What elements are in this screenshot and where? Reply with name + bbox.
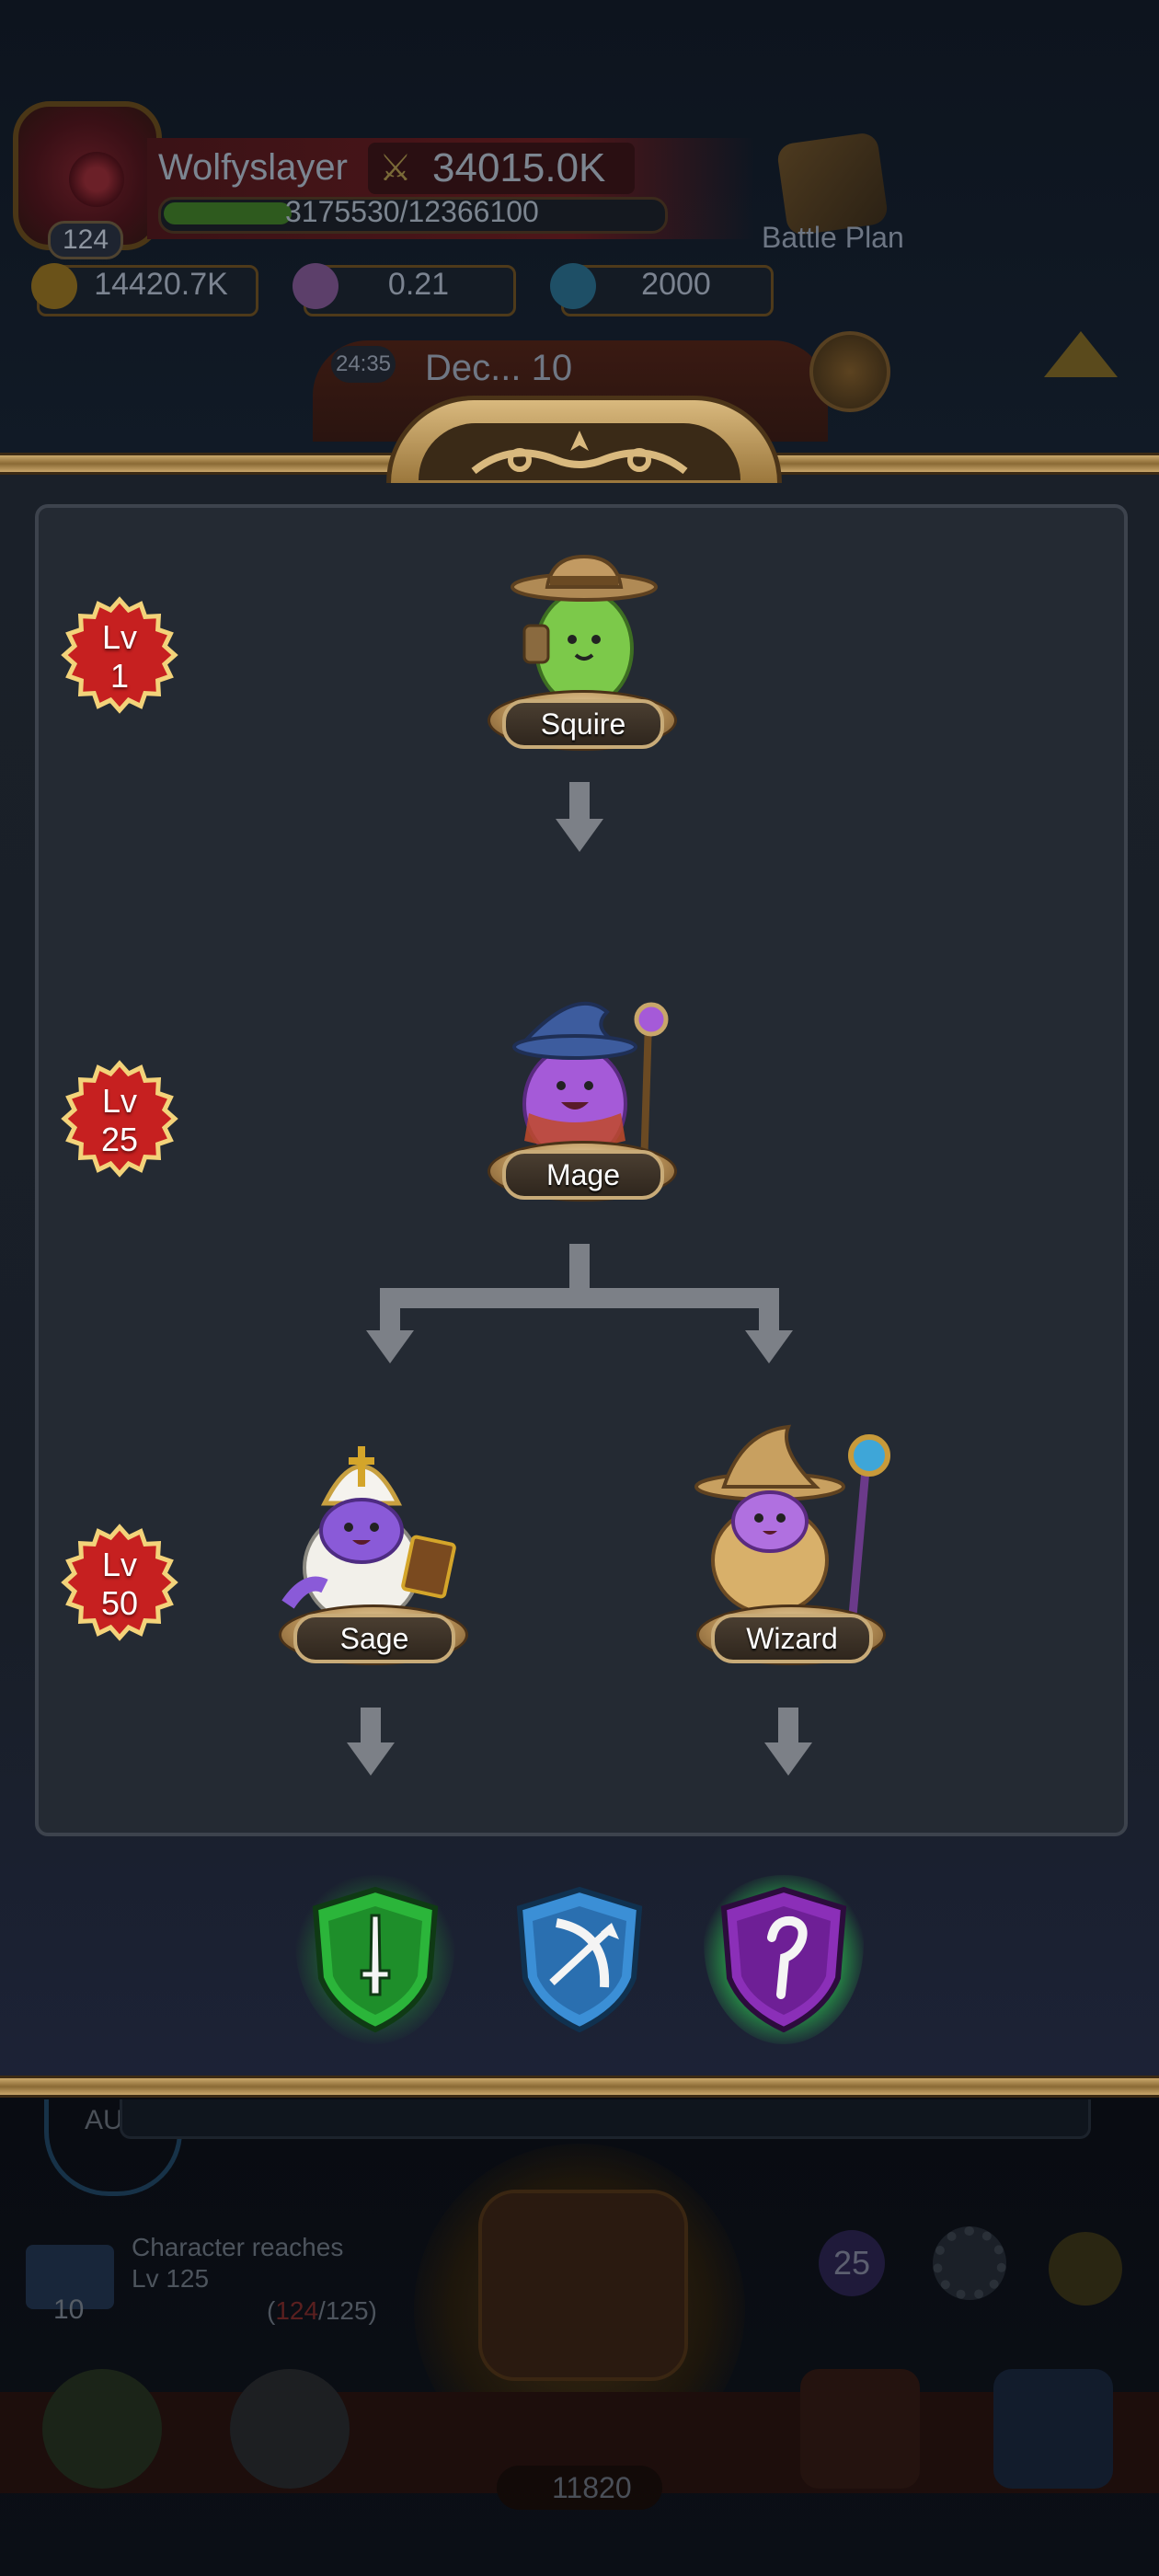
sage-slime-icon xyxy=(281,1446,456,1625)
arrow-stem xyxy=(569,782,590,821)
class-node-squire[interactable]: Squire xyxy=(469,552,690,754)
class-name-plate: Squire xyxy=(502,699,664,749)
blue-gem-value: 2000 xyxy=(641,267,711,302)
combat-power-value: 34015.0K xyxy=(432,145,606,190)
gem-star-value: 0.21 xyxy=(387,267,450,302)
quest-progress: (124/125) xyxy=(267,2296,377,2326)
treasure-chest-icon[interactable] xyxy=(478,2190,688,2381)
level-badge-25: Lv 25 xyxy=(61,1060,178,1178)
branch-bar xyxy=(380,1288,779,1308)
player-level-badge: 124 xyxy=(48,221,123,259)
arrow-stem xyxy=(361,1708,381,1744)
class-node-wizard[interactable]: Wizard xyxy=(678,1424,899,1669)
staff-shield-icon xyxy=(720,1886,847,2033)
nav-battle-icon[interactable] xyxy=(230,2369,350,2489)
crest-inner xyxy=(419,423,740,480)
nav-guild-icon[interactable] xyxy=(993,2369,1113,2489)
level-prefix: Lv xyxy=(101,1082,138,1120)
upgrade-arrow-icon[interactable] xyxy=(1044,331,1118,377)
wizard-slime-icon xyxy=(694,1424,890,1616)
level-number: 25 xyxy=(100,1121,139,1158)
level-number: 1 xyxy=(109,657,130,695)
class-node-mage[interactable]: Mage xyxy=(469,1001,690,1205)
class-node-sage[interactable]: Sage xyxy=(260,1446,481,1669)
event-banner-text: Dec... 10 xyxy=(425,348,573,388)
quest-count: 10 xyxy=(53,2294,85,2325)
arrow-down-icon xyxy=(347,1742,395,1776)
class-icon-archer[interactable] xyxy=(511,1886,648,2033)
crossed-swords-icon: ⚔ xyxy=(379,148,412,189)
quest-progress-current: 124 xyxy=(275,2296,319,2325)
branch-right-stem xyxy=(759,1288,779,1334)
round-badge[interactable]: 25 xyxy=(819,2230,885,2296)
blue-gem-icon xyxy=(550,263,596,309)
level-prefix: Lv xyxy=(101,1546,138,1583)
event-coin-icon[interactable] xyxy=(809,331,890,412)
class-icon-warrior[interactable] xyxy=(295,1875,455,2044)
event-timer: 24:35 xyxy=(331,346,396,383)
sword-shield-icon xyxy=(312,1886,439,2033)
quest-progress-total: /125) xyxy=(318,2296,377,2325)
nav-knight-icon[interactable] xyxy=(42,2369,162,2489)
chest-count: 11820 xyxy=(552,2471,632,2504)
quest-progress-open: ( xyxy=(267,2296,276,2325)
class-icon-mage[interactable] xyxy=(704,1875,864,2044)
class-name-plate: Sage xyxy=(293,1614,455,1663)
class-name-plate: Wizard xyxy=(711,1614,873,1663)
avatar-eye-icon xyxy=(69,152,124,207)
xp-text: 3175530/12366100 xyxy=(285,195,539,228)
skill-bar xyxy=(120,2099,1091,2139)
arrow-down-icon xyxy=(745,1330,793,1363)
gold-value: 14420.7K xyxy=(94,267,228,302)
bow-shield-icon xyxy=(516,1886,643,2033)
branch-stem xyxy=(569,1244,590,1288)
level-badge-1: Lv 1 xyxy=(61,596,178,714)
arrow-stem xyxy=(778,1708,798,1744)
arrow-down-icon xyxy=(764,1742,812,1776)
level-number: 50 xyxy=(100,1584,139,1622)
level-badge-50: Lv 50 xyxy=(61,1524,178,1641)
level-prefix: Lv xyxy=(101,618,138,656)
quest-text: Character reaches Lv 125 xyxy=(132,2233,344,2293)
player-name: Wolfyslayer xyxy=(158,147,348,188)
nav-castle-icon[interactable] xyxy=(800,2369,920,2489)
upgrade-icon[interactable] xyxy=(1049,2232,1122,2306)
battle-plan-label[interactable]: Battle Plan xyxy=(762,221,904,255)
arrow-down-icon xyxy=(366,1330,414,1363)
crest-scroll-icon xyxy=(471,431,688,475)
branch-left-stem xyxy=(380,1288,400,1334)
gold-coin-icon xyxy=(31,263,77,309)
arrow-down-icon xyxy=(556,819,603,852)
class-name-plate: Mage xyxy=(502,1150,664,1200)
modal-bottom-border xyxy=(0,2076,1159,2098)
star-gem-icon xyxy=(293,263,339,309)
settings-gear-icon[interactable] xyxy=(933,2226,1006,2300)
xp-bar-fill xyxy=(164,202,292,224)
